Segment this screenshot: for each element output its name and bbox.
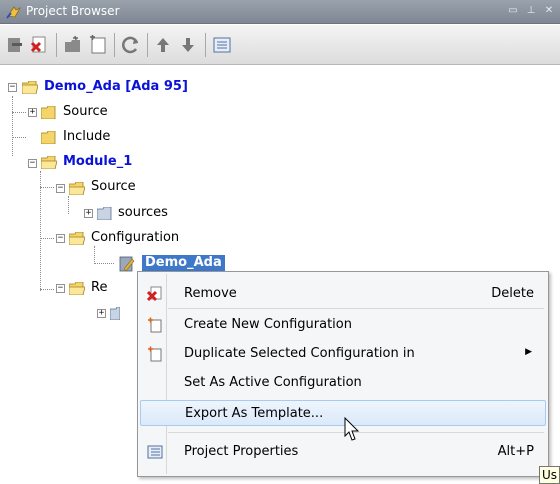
properties-icon[interactable]	[211, 34, 233, 56]
window-title: Project Browser	[26, 4, 120, 18]
collapse-configuration-toggle[interactable]: −	[56, 234, 65, 243]
properties-icon	[147, 445, 163, 459]
configuration-icon	[119, 256, 135, 272]
new-config-icon[interactable]	[87, 34, 109, 56]
collapse-module-source-toggle[interactable]: −	[56, 184, 65, 193]
folder-open-icon	[69, 182, 85, 195]
folder-icon	[41, 131, 56, 144]
menu-item-duplicate-configuration[interactable]: Duplicate Selected Configuration in ▶	[140, 341, 546, 367]
toolbar	[0, 25, 560, 65]
tree-item-configuration[interactable]: Configuration	[91, 230, 179, 245]
mouse-cursor-icon	[344, 417, 360, 441]
collapse-root-toggle[interactable]: −	[8, 83, 17, 92]
tree-item-module-source[interactable]: Source	[91, 179, 136, 194]
title-bar: Project Browser ▭ ⊥ ✕	[0, 0, 560, 24]
expand-subfolder-toggle[interactable]: +	[97, 309, 106, 318]
tree-item-module[interactable]: Module_1	[63, 154, 132, 169]
menu-item-set-active[interactable]: Set As Active Configuration	[140, 370, 546, 396]
new-configuration-icon	[148, 317, 162, 333]
pin-icon[interactable]: ⊥	[524, 3, 538, 19]
new-folder-icon[interactable]	[62, 34, 84, 56]
source-folder-icon	[97, 207, 112, 220]
menu-item-export-template[interactable]: Export As Template...	[140, 400, 546, 426]
context-menu: Remove Delete Create New Configuration D…	[137, 271, 549, 477]
restore-icon[interactable]: ▭	[506, 3, 520, 19]
folder-icon	[41, 106, 56, 119]
tree-root-label[interactable]: Demo_Ada [Ada 95]	[44, 79, 188, 94]
duplicate-configuration-icon	[148, 346, 162, 362]
project-folder-icon	[22, 81, 38, 94]
remove-icon[interactable]	[4, 34, 26, 56]
folder-open-icon	[41, 156, 57, 169]
move-down-icon[interactable]	[177, 34, 199, 56]
tooltip: Us	[539, 466, 560, 484]
menu-item-project-properties[interactable]: Project Properties Alt+P	[140, 439, 546, 465]
project-browser-icon	[6, 6, 21, 19]
close-icon[interactable]: ✕	[542, 3, 556, 19]
tree-item-re[interactable]: Re	[91, 280, 107, 295]
tree-item-sources[interactable]: sources	[118, 205, 168, 220]
remove-x-icon	[147, 286, 162, 302]
submenu-arrow-icon: ▶	[525, 347, 532, 357]
menu-item-remove[interactable]: Remove Delete	[140, 281, 546, 307]
collapse-module-toggle[interactable]: −	[28, 159, 37, 168]
delete-x-icon[interactable]	[29, 34, 51, 56]
tree-item-source[interactable]: Source	[63, 104, 108, 119]
expand-source-toggle[interactable]: +	[28, 108, 37, 117]
folder-open-icon	[69, 282, 85, 295]
tree-item-include[interactable]: Include	[63, 129, 110, 144]
move-up-icon[interactable]	[152, 34, 174, 56]
folder-open-icon	[69, 232, 85, 245]
refresh-icon[interactable]	[120, 34, 142, 56]
folder-icon	[110, 307, 120, 320]
menu-item-create-configuration[interactable]: Create New Configuration	[140, 312, 546, 338]
collapse-re-toggle[interactable]: −	[56, 284, 65, 293]
expand-sources-toggle[interactable]: +	[84, 209, 93, 218]
